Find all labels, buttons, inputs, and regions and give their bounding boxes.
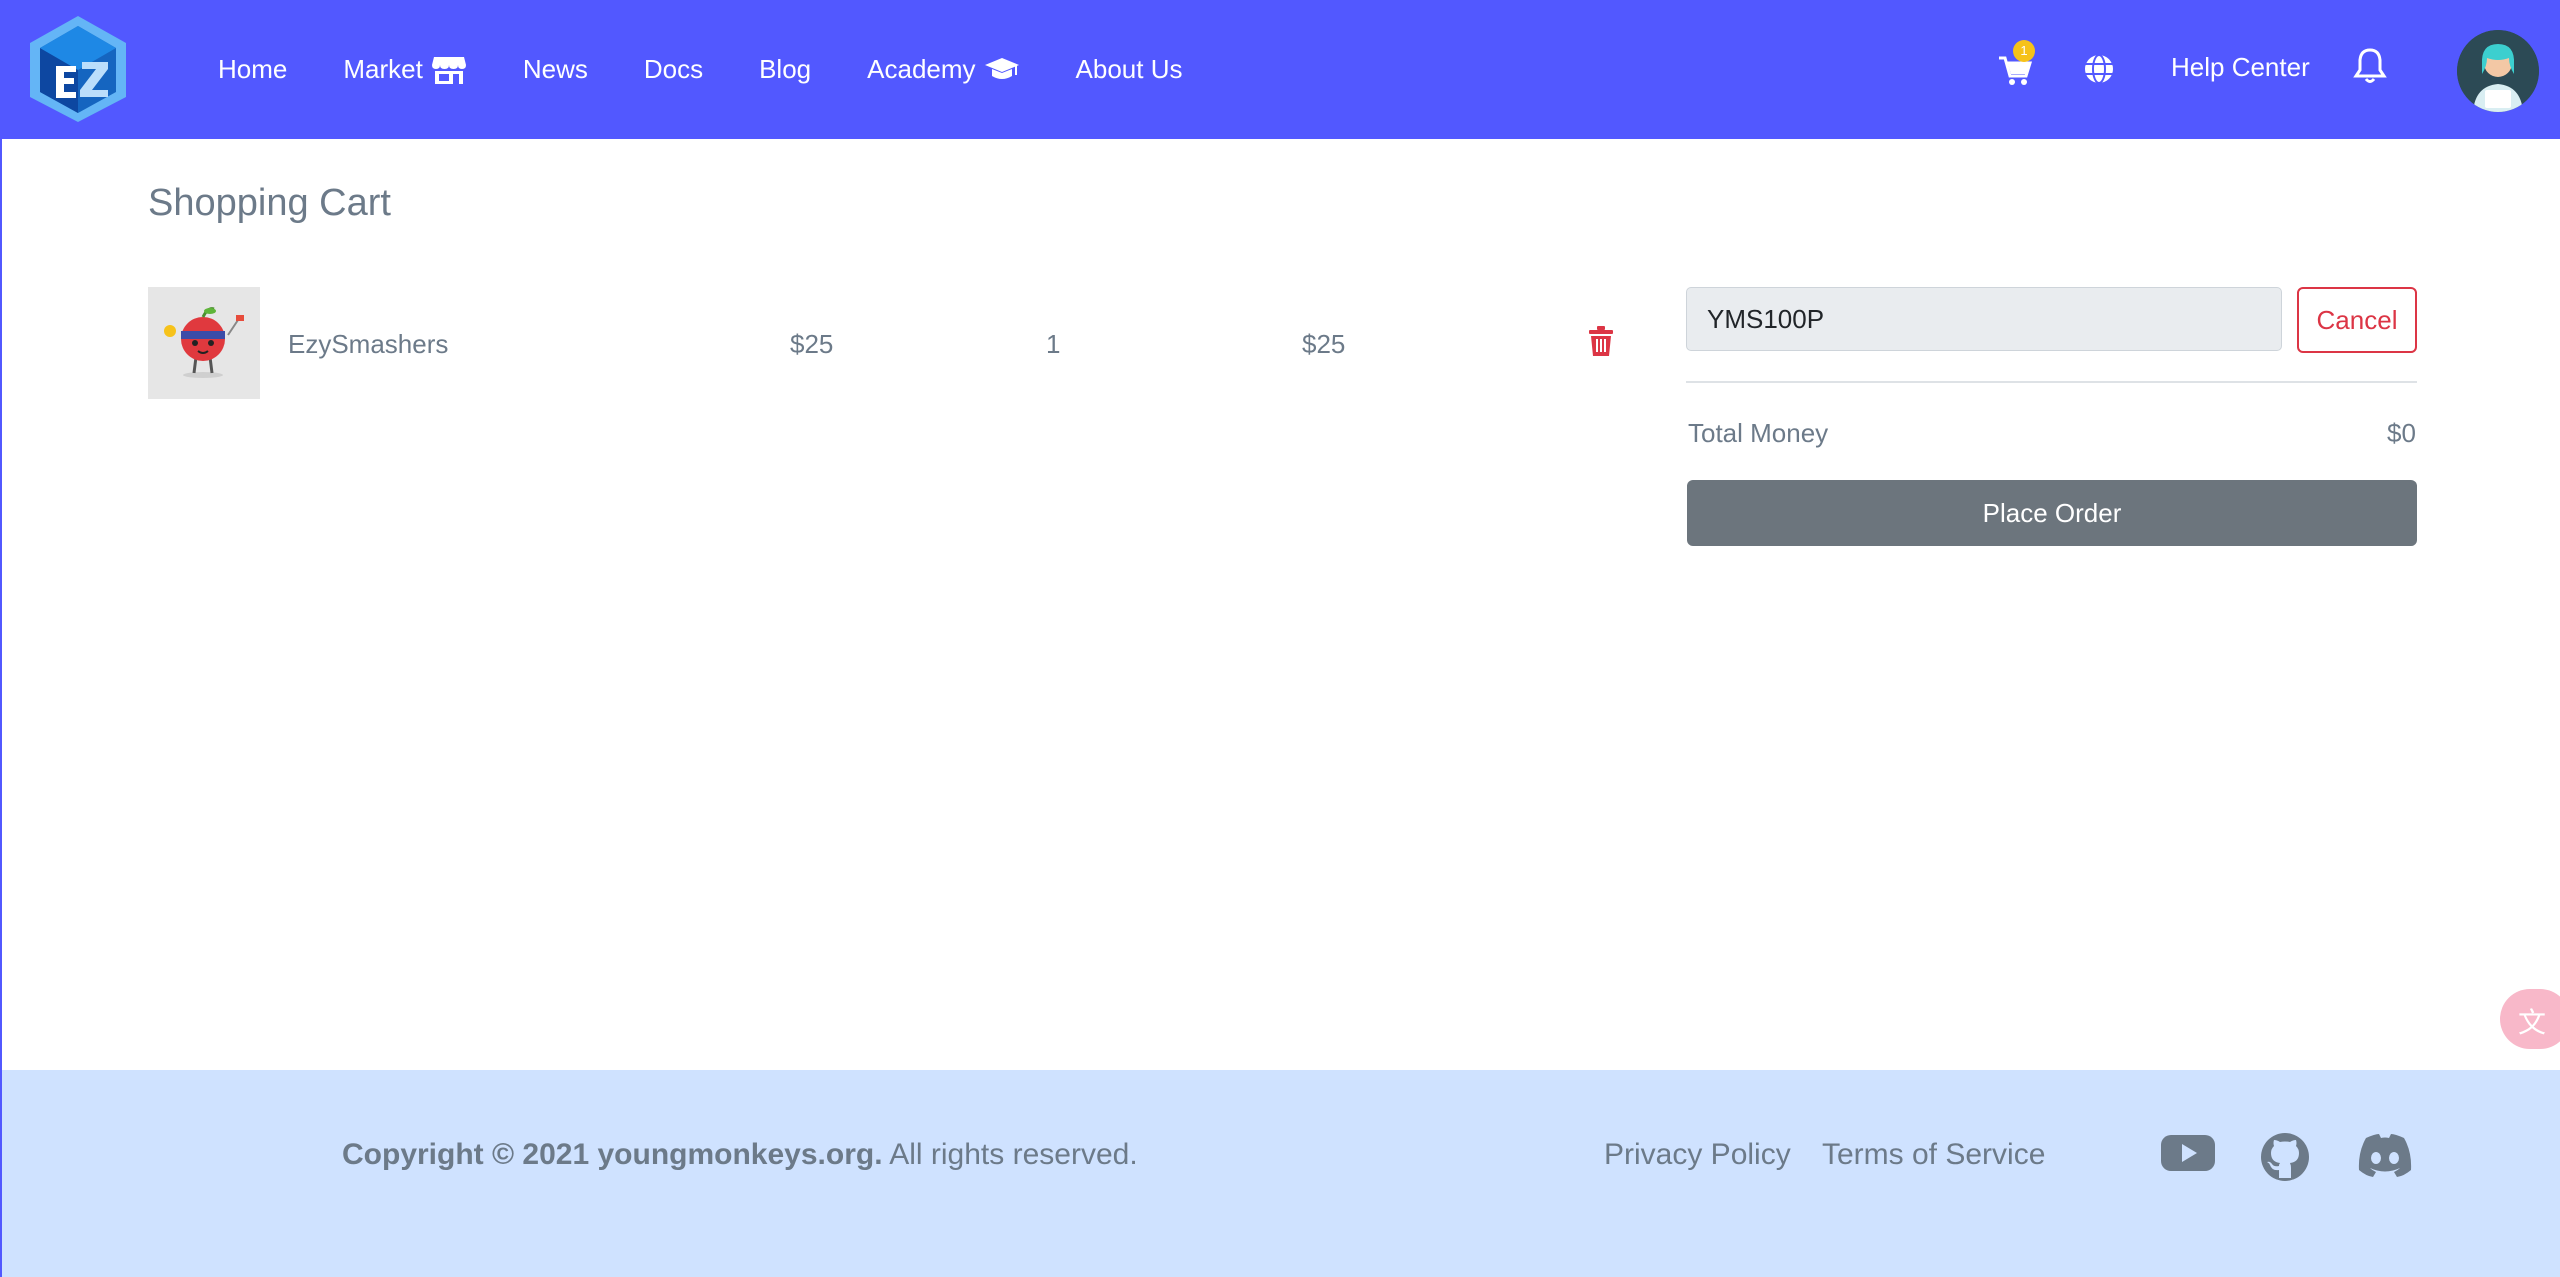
delete-item-trash-icon[interactable] <box>1588 325 1614 357</box>
product-subtotal: $25 <box>1302 329 1346 359</box>
terms-of-service-link[interactable]: Terms of Service <box>1822 1138 2045 1172</box>
nav-academy[interactable]: Academy <box>867 54 1019 85</box>
copyright-text: Copyright © 2021 youngmonkeys.org. All r… <box>342 1138 1138 1172</box>
graduation-cap-icon <box>984 57 1019 79</box>
page-title: Shopping Cart <box>148 182 391 224</box>
summary-divider <box>1686 381 2417 383</box>
coupon-code-input[interactable]: YMS100P <box>1686 287 2282 351</box>
product-name[interactable]: EzySmashers <box>288 329 448 360</box>
youtube-icon[interactable] <box>2160 1132 2216 1174</box>
product-price: $25 <box>790 329 834 359</box>
main-nav: Home Market News Docs Blog Academy About… <box>218 0 1238 139</box>
privacy-policy-link[interactable]: Privacy Policy <box>1604 1138 1791 1172</box>
footer: Copyright © 2021 youngmonkeys.org. All r… <box>2 1070 2560 1277</box>
nav-market-label: Market <box>343 54 423 84</box>
nav-market[interactable]: Market <box>343 54 466 85</box>
translate-icon: 文 <box>2518 1007 2547 1038</box>
copyright-bold: Copyright © 2021 youngmonkeys.org. <box>342 1138 883 1171</box>
help-center-link[interactable]: Help Center <box>2171 52 2310 83</box>
copyright-rest: All rights reserved. <box>882 1138 1138 1171</box>
nav-news-label: News <box>522 54 588 84</box>
cancel-coupon-button[interactable]: Cancel <box>2297 287 2417 353</box>
nav-docs[interactable]: Docs <box>644 54 703 85</box>
top-navbar: Home Market News Docs Blog Academy About… <box>2 0 2560 139</box>
store-icon <box>431 56 466 84</box>
discord-icon[interactable] <box>2356 1132 2414 1178</box>
language-globe-icon[interactable] <box>2082 52 2116 86</box>
user-avatar[interactable] <box>2457 30 2539 112</box>
product-quantity: 1 <box>1046 329 1061 359</box>
total-money-value: $0 <box>2387 418 2416 448</box>
nav-about-us[interactable]: About Us <box>1076 54 1183 85</box>
total-money-label: Total Money <box>1688 418 1829 448</box>
nav-home[interactable]: Home <box>218 54 287 85</box>
translate-floating-button[interactable]: 文 <box>2500 989 2560 1049</box>
nav-home-label: Home <box>218 54 288 84</box>
nav-docs-label: Docs <box>643 54 704 84</box>
nav-blog[interactable]: Blog <box>759 54 811 85</box>
nav-academy-label: Academy <box>867 54 976 84</box>
github-icon[interactable] <box>2260 1132 2310 1182</box>
product-thumbnail[interactable] <box>148 287 260 399</box>
nav-news[interactable]: News <box>523 54 588 85</box>
cart-button[interactable]: 1 <box>1997 40 2035 88</box>
cart-count-badge: 1 <box>2013 40 2035 62</box>
cart-item-row: EzySmashers $25 1 $25 <box>148 287 1628 399</box>
avatar-image <box>2457 30 2539 112</box>
nav-blog-label: Blog <box>759 54 812 84</box>
ezysmashers-apple-character-image <box>148 287 260 399</box>
notification-bell-icon[interactable] <box>2352 46 2388 86</box>
ezyplatform-logo[interactable] <box>26 14 130 124</box>
place-order-button[interactable]: Place Order <box>1687 480 2417 546</box>
nav-about-us-label: About Us <box>1075 54 1183 84</box>
